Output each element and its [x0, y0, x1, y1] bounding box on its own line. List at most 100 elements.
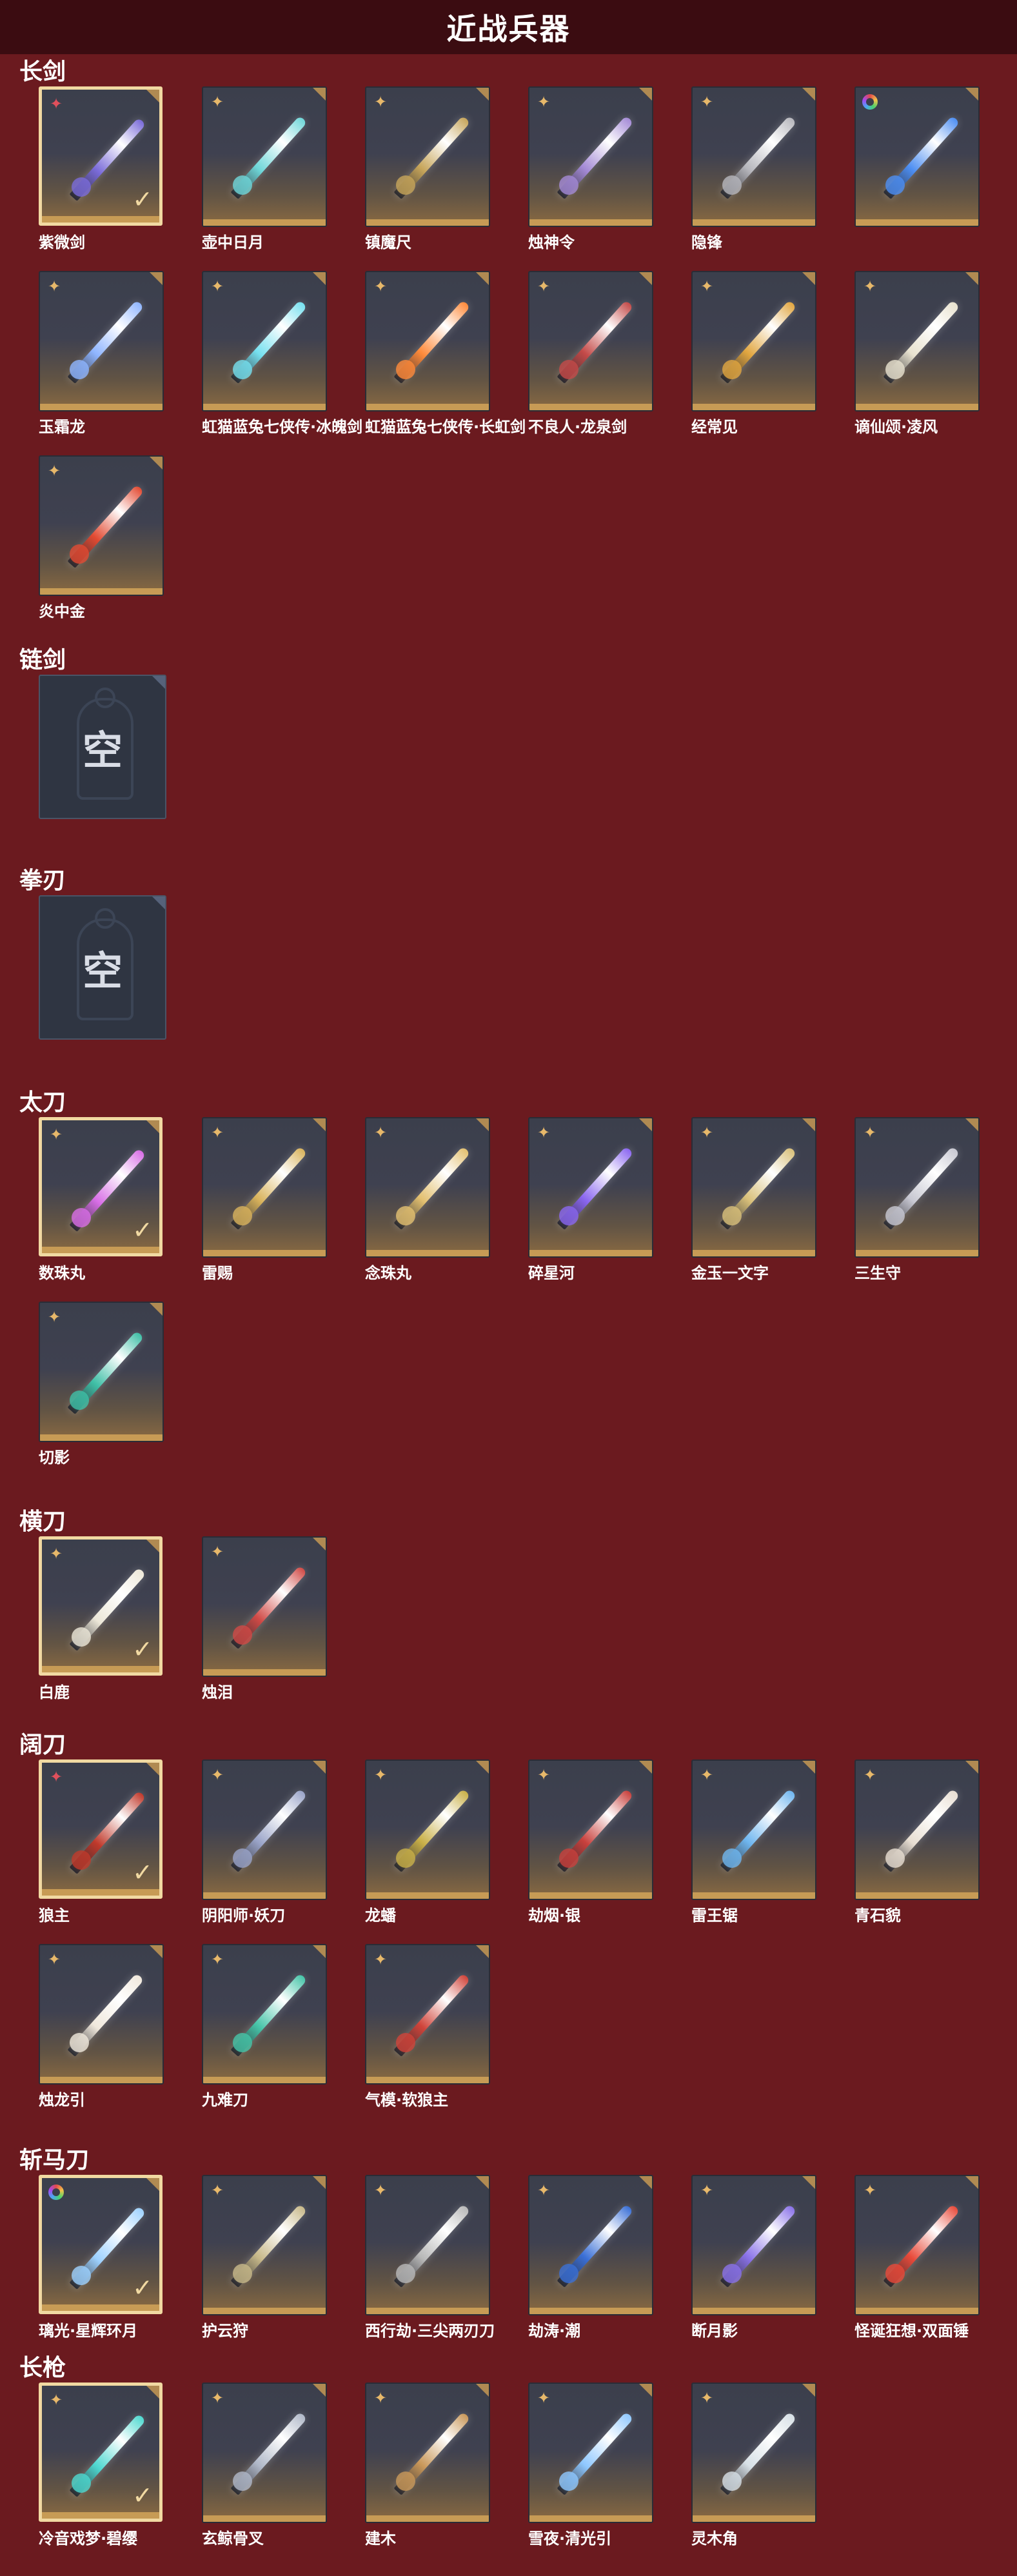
weapon-thumbnail[interactable]: ✦ — [202, 271, 327, 411]
weapon-thumbnail[interactable]: ✦ — [365, 2383, 490, 2523]
weapon-thumbnail[interactable]: ✦ — [202, 86, 327, 227]
weapon-card[interactable]: ✦ 切影 — [39, 1302, 164, 1495]
weapon-card[interactable]: ✦ 断月影 — [691, 2175, 816, 2368]
weapon-thumbnail[interactable]: ✦ — [39, 271, 164, 411]
empty-slot[interactable]: 空 — [39, 895, 166, 1040]
weapon-thumbnail[interactable]: ✦ — [691, 1759, 816, 1900]
corner-marker-icon — [639, 88, 652, 101]
weapon-card[interactable]: ✦ 烛泪 — [202, 1536, 327, 1730]
weapon-card[interactable]: ✦ 三生守 — [854, 1117, 980, 1311]
weapon-card[interactable]: ✦ ✓ 数珠丸 — [39, 1117, 164, 1311]
weapon-thumbnail[interactable]: ✦ — [39, 455, 164, 596]
star-rarity-icon: ✦ — [700, 93, 714, 111]
weapon-card[interactable]: ✦ 气模·软狼主 — [365, 1944, 490, 2137]
weapon-thumbnail[interactable]: ✦ — [691, 271, 816, 411]
weapon-thumbnail[interactable]: ✦ ✓ — [39, 1759, 163, 1899]
tile-bottom-bar — [366, 1892, 489, 1899]
tile-bottom-bar — [693, 2515, 815, 2522]
tile-bottom-bar — [42, 1889, 159, 1896]
weapon-card[interactable] — [854, 86, 980, 280]
weapon-card[interactable]: ✦ ✓ 冷音戏梦·碧缨 — [39, 2383, 164, 2576]
tile-bottom-bar — [42, 216, 159, 223]
weapon-thumbnail[interactable]: ✦ — [691, 1117, 816, 1258]
weapon-thumbnail[interactable]: ✦ — [365, 1117, 490, 1258]
weapon-card[interactable]: ✦ 雷王锯 — [691, 1759, 816, 1953]
weapon-card[interactable]: ✦ 劫烟·银 — [528, 1759, 653, 1953]
weapon-card[interactable]: ✦ 九难刀 — [202, 1944, 327, 2137]
weapon-card[interactable]: ✦ 念珠丸 — [365, 1117, 490, 1311]
weapon-thumbnail[interactable]: ✦ — [202, 1117, 327, 1258]
weapon-card[interactable]: ✦ ✓ 白鹿 — [39, 1536, 164, 1730]
weapon-card[interactable]: ✦ 建木 — [365, 2383, 490, 2576]
weapon-card[interactable]: ✓ 璃光·星辉环月 — [39, 2175, 164, 2368]
weapon-thumbnail[interactable]: ✦ — [202, 1536, 327, 1677]
weapon-thumbnail[interactable]: ✦ — [365, 2175, 490, 2315]
weapon-card[interactable]: ✦ 不良人·龙泉剑 — [528, 271, 653, 464]
star-rarity-icon: ✦ — [49, 2391, 63, 2409]
weapon-card[interactable]: ✦ 炎中金 — [39, 455, 164, 649]
weapon-thumbnail[interactable]: ✦ — [528, 2175, 653, 2315]
weapon-card[interactable]: ✦ ✓ 狼主 — [39, 1759, 164, 1953]
weapon-card[interactable]: ✦ 谪仙颂·凌风 — [854, 271, 980, 464]
weapon-thumbnail[interactable]: ✦ — [365, 86, 490, 227]
weapon-thumbnail[interactable]: ✦ — [365, 1759, 490, 1900]
weapon-thumbnail[interactable]: ✦ ✓ — [39, 2383, 163, 2522]
weapon-thumbnail[interactable]: ✦ — [854, 2175, 980, 2315]
weapon-thumbnail[interactable]: ✦ — [202, 2383, 327, 2523]
weapon-thumbnail[interactable]: ✦ — [528, 271, 653, 411]
weapon-name: 谪仙颂·凌风 — [854, 418, 938, 436]
corner-marker-icon — [476, 272, 489, 285]
star-rarity-icon: ✦ — [373, 277, 388, 295]
weapon-thumbnail[interactable]: ✦ ✓ — [39, 1536, 163, 1676]
weapon-card[interactable]: ✦ ✓ 紫微剑 — [39, 86, 164, 280]
star-rarity-icon: ✦ — [47, 1308, 61, 1326]
weapon-thumbnail[interactable]: ✦ — [854, 1117, 980, 1258]
weapon-card[interactable]: ✦ 隐锋 — [691, 86, 816, 280]
weapon-card[interactable]: ✦ 碎星河 — [528, 1117, 653, 1311]
weapon-thumbnail[interactable]: ✦ — [528, 2383, 653, 2523]
weapon-thumbnail[interactable]: ✦ — [528, 86, 653, 227]
weapon-thumbnail[interactable]: ✦ — [691, 86, 816, 227]
weapon-card[interactable]: ✦ 怪诞狂想·双面锤 — [854, 2175, 980, 2368]
weapon-thumbnail[interactable]: ✦ — [691, 2383, 816, 2523]
weapon-card[interactable]: ✦ 西行劫·三尖两刃刀 — [365, 2175, 495, 2368]
weapon-thumbnail[interactable]: ✦ — [202, 1944, 327, 2085]
weapon-card[interactable]: ✦ 玉霜龙 — [39, 271, 164, 464]
weapon-card[interactable]: ✦ 虹猫蓝兔七侠传·冰魄剑 — [202, 271, 362, 464]
weapon-card[interactable]: ✦ 雪夜·清光引 — [528, 2383, 653, 2576]
weapon-card[interactable]: ✦ 阴阳师·妖刀 — [202, 1759, 327, 1953]
weapon-thumbnail[interactable]: ✦ — [202, 1759, 327, 1900]
weapon-thumbnail[interactable]: ✦ — [365, 1944, 490, 2085]
weapon-card[interactable]: ✦ 青石貌 — [854, 1759, 980, 1953]
weapon-card[interactable]: ✦ 金玉一文字 — [691, 1117, 816, 1311]
empty-slot[interactable]: 空 — [39, 675, 166, 819]
weapon-thumbnail[interactable]: ✦ — [39, 1302, 164, 1442]
tile-bottom-bar — [366, 2077, 489, 2083]
weapon-thumbnail[interactable]: ✦ ✓ — [39, 1117, 163, 1256]
weapon-thumbnail[interactable]: ✦ ✓ — [39, 86, 163, 226]
weapon-card[interactable]: ✦ 烛龙引 — [39, 1944, 164, 2137]
weapon-card[interactable]: ✦ 灵木角 — [691, 2383, 816, 2576]
weapon-card[interactable]: ✦ 镇魔尺 — [365, 86, 490, 280]
weapon-thumbnail[interactable]: ✦ — [528, 1117, 653, 1258]
weapon-thumbnail[interactable]: ✓ — [39, 2175, 163, 2314]
weapon-card[interactable]: ✦ 龙蟠 — [365, 1759, 490, 1953]
star-rarity-icon: ✦ — [700, 1766, 714, 1784]
weapon-thumbnail[interactable]: ✦ — [854, 1759, 980, 1900]
weapon-card[interactable]: ✦ 护云狩 — [202, 2175, 327, 2368]
weapon-card[interactable]: ✦ 虹猫蓝兔七侠传·长虹剑 — [365, 271, 526, 464]
weapon-thumbnail[interactable] — [854, 86, 980, 227]
star-rarity-icon: ✦ — [210, 1124, 224, 1142]
weapon-card[interactable]: ✦ 玄鲸骨叉 — [202, 2383, 327, 2576]
weapon-thumbnail[interactable]: ✦ — [39, 1944, 164, 2085]
weapon-thumbnail[interactable]: ✦ — [691, 2175, 816, 2315]
weapon-thumbnail[interactable]: ✦ — [365, 271, 490, 411]
weapon-thumbnail[interactable]: ✦ — [202, 2175, 327, 2315]
weapon-card[interactable]: ✦ 劫涛·潮 — [528, 2175, 653, 2368]
weapon-card[interactable]: ✦ 壶中日月 — [202, 86, 327, 280]
weapon-card[interactable]: ✦ 经常见 — [691, 271, 816, 464]
weapon-thumbnail[interactable]: ✦ — [528, 1759, 653, 1900]
weapon-thumbnail[interactable]: ✦ — [854, 271, 980, 411]
weapon-card[interactable]: ✦ 雷赐 — [202, 1117, 327, 1311]
weapon-card[interactable]: ✦ 烛神令 — [528, 86, 653, 280]
